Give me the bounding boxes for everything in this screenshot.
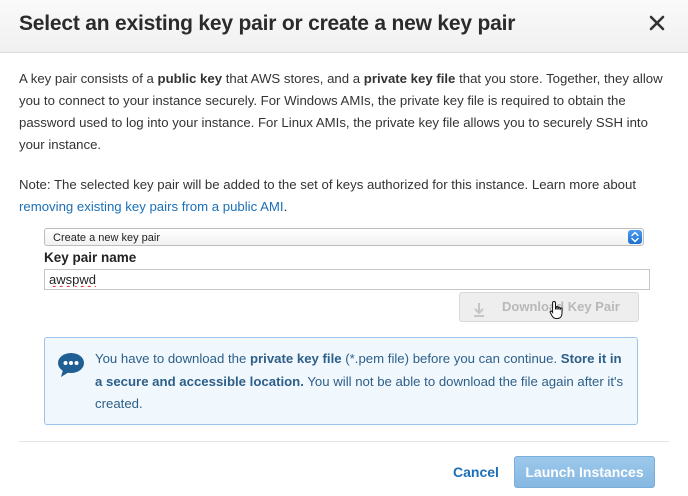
key-pair-option-select[interactable]: Create a new key pair — [44, 228, 644, 246]
info-alert: You have to download the private key fil… — [44, 337, 638, 425]
select-arrows-icon — [628, 230, 642, 244]
speech-bubble-icon — [57, 352, 85, 383]
footer-divider — [19, 441, 669, 442]
dialog-title: Select an existing key pair or create a … — [19, 12, 516, 35]
note-paragraph: Note: The selected key pair will be adde… — [19, 177, 636, 214]
close-icon[interactable] — [646, 12, 668, 34]
dialog-header: Select an existing key pair or create a … — [0, 0, 688, 53]
key-pair-name-label: Key pair name — [44, 250, 137, 265]
removing-key-pairs-link[interactable]: removing existing key pairs from a publi… — [19, 199, 284, 214]
select-value: Create a new key pair — [53, 232, 160, 244]
info-text: You have to download the private key fil… — [95, 351, 624, 411]
intro-paragraph: A key pair consists of a public key that… — [19, 71, 663, 152]
download-icon — [472, 300, 486, 328]
launch-instances-button[interactable]: Launch Instances — [514, 456, 655, 488]
hand-cursor-icon — [549, 300, 565, 325]
key-pair-name-input[interactable] — [44, 269, 650, 290]
cancel-button[interactable]: Cancel — [453, 464, 499, 480]
